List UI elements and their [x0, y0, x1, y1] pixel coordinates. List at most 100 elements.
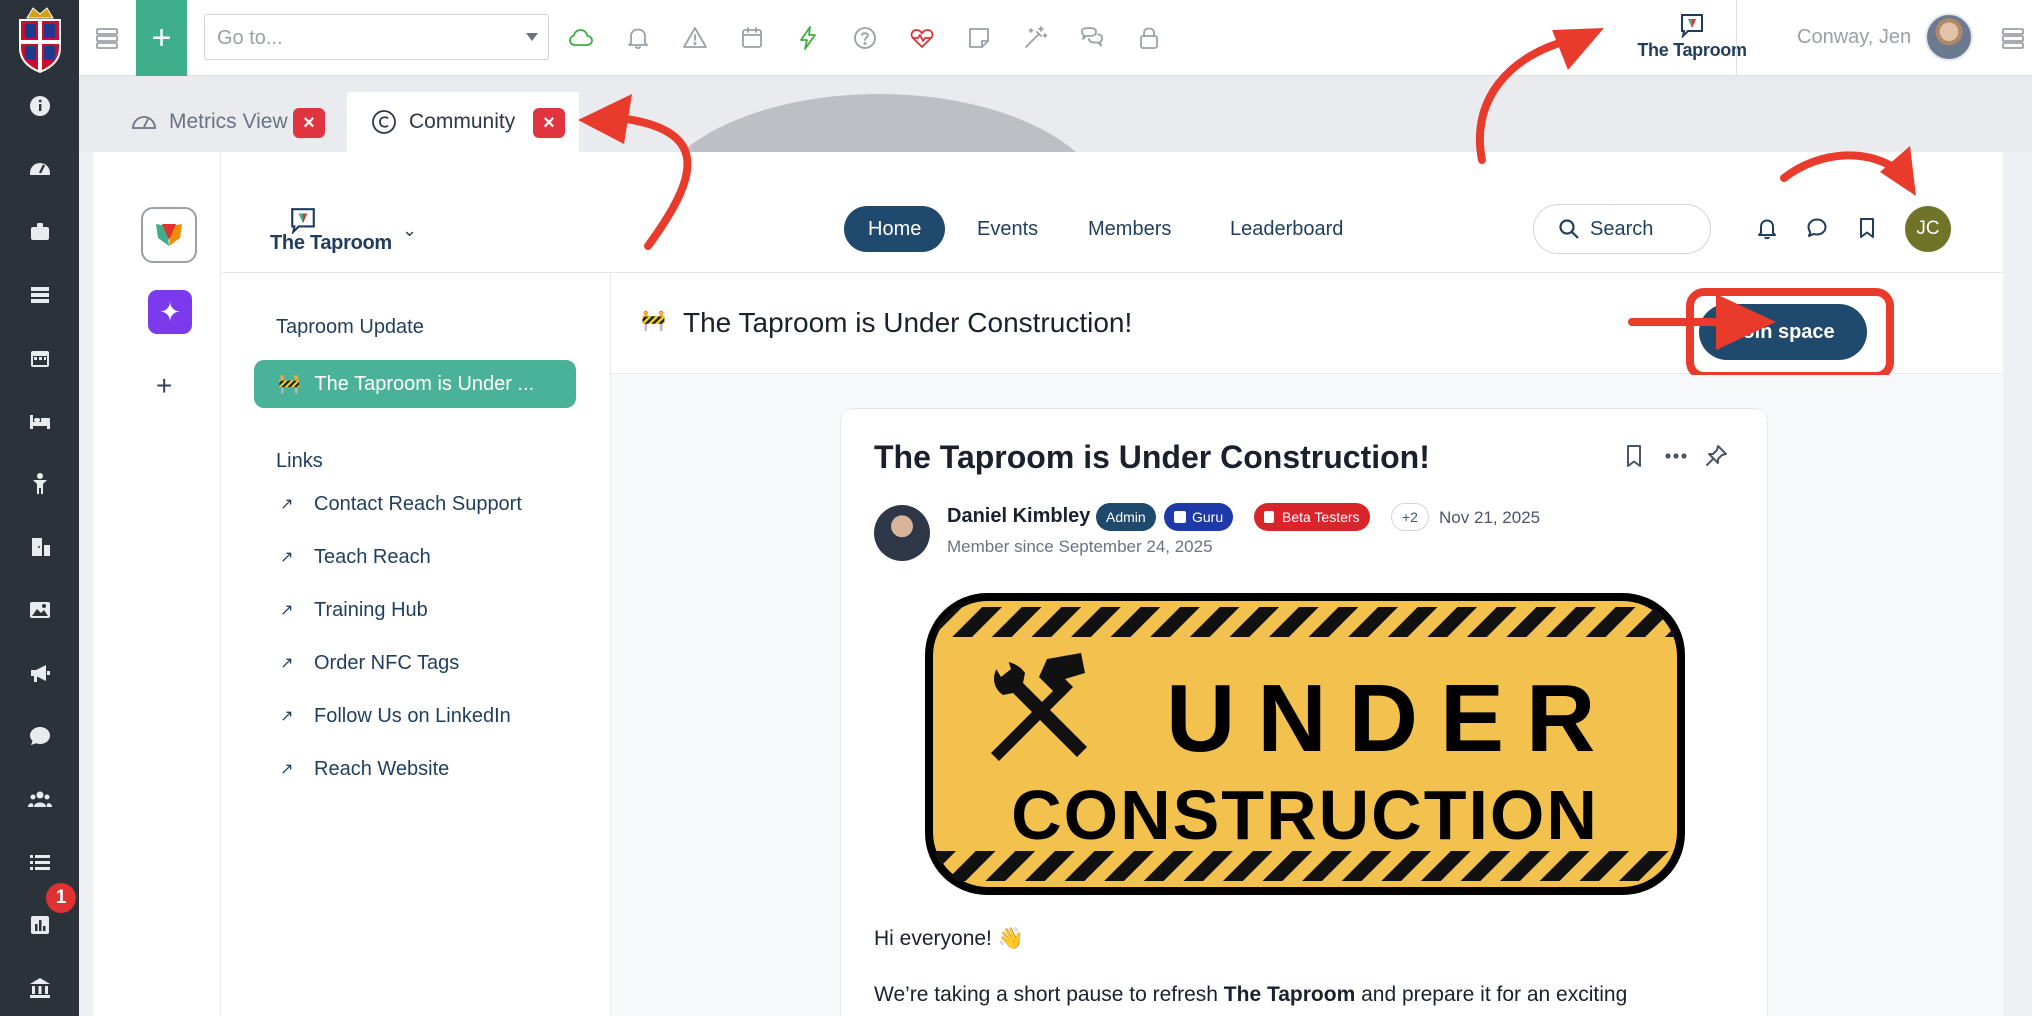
more-options-icon[interactable] [1663, 443, 1689, 469]
calendar-outline-icon[interactable] [738, 24, 766, 52]
tab-label: Community [409, 110, 516, 133]
door-exit-icon[interactable] [27, 534, 53, 560]
link-contact-reach-support[interactable]: ↗ Contact Reach Support [280, 489, 522, 519]
taproom-brand-top[interactable]: The Taproom [1627, 12, 1757, 64]
badge-beta-testers: Beta Testers [1254, 503, 1370, 531]
goto-search-dropdown[interactable]: Go to... [204, 14, 549, 60]
link-label: Reach Website [314, 757, 450, 780]
person-icon[interactable] [27, 471, 53, 497]
member-since: Member since September 24, 2025 [947, 537, 1213, 556]
warning-triangle-icon[interactable] [681, 24, 709, 52]
heart-pulse-icon[interactable] [908, 24, 936, 52]
bed-icon[interactable] [27, 408, 53, 434]
school-crest-icon[interactable] [15, 2, 65, 74]
close-tab-community-button[interactable]: × [533, 108, 565, 138]
author-name[interactable]: Daniel Kimbley [947, 505, 1090, 528]
menu-stack-icon-right[interactable] [1999, 24, 2027, 52]
link-label: Order NFC Tags [314, 651, 460, 674]
image-icon[interactable] [27, 597, 53, 623]
sticky-note-icon[interactable] [965, 24, 993, 52]
list-table-icon[interactable] [27, 282, 53, 308]
megaphone-icon[interactable] [27, 660, 53, 686]
author-avatar[interactable] [874, 505, 930, 561]
sign-line-1: UNDER [1166, 665, 1617, 772]
external-link-arrow-icon: ↗ [280, 496, 294, 513]
search-icon [1559, 219, 1579, 239]
tab-label: Metrics View [169, 110, 288, 133]
dashboard-gauge-icon[interactable] [27, 156, 53, 182]
toolbar-divider [1736, 0, 1737, 76]
community-search[interactable]: Search [1533, 204, 1711, 254]
bell-icon[interactable] [1755, 216, 1781, 242]
main-nav-rail: 1 [0, 0, 79, 1016]
nav-members[interactable]: Members [1064, 206, 1195, 252]
user-name[interactable]: Conway, Jen [1797, 26, 1911, 49]
lock-icon[interactable] [1135, 24, 1163, 52]
nav-events[interactable]: Events [953, 206, 1062, 252]
chat-bubble-icon[interactable] [27, 723, 53, 749]
close-tab-metrics-button[interactable]: × [293, 108, 325, 138]
space-sidebar: Taproom Update 🚧 The Taproom is Under ..… [222, 274, 611, 1016]
link-order-nfc-tags[interactable]: ↗ Order NFC Tags [280, 648, 459, 678]
add-button[interactable]: + [136, 0, 187, 76]
copyright-circle-icon [369, 107, 399, 137]
community-user-avatar[interactable]: JC [1905, 206, 1951, 252]
community-logo[interactable] [141, 207, 197, 263]
bookmark-icon[interactable] [1621, 443, 1647, 469]
info-icon[interactable] [27, 93, 53, 119]
external-link-arrow-icon: ↗ [280, 602, 294, 619]
magic-wand-icon[interactable] [1021, 24, 1049, 52]
pin-icon[interactable] [1703, 443, 1729, 469]
badge-more[interactable]: +2 [1391, 503, 1429, 531]
badge-admin: Admin [1096, 503, 1156, 531]
sidebar-item-label: The Taproom is Under ... [314, 372, 535, 395]
sparkle-ai-button[interactable]: ✦ [148, 290, 192, 334]
bank-building-icon[interactable] [27, 975, 53, 1001]
sidebar-item-under-construction[interactable]: 🚧 The Taproom is Under ... [254, 360, 576, 408]
bell-icon[interactable] [624, 24, 652, 52]
bar-chart-icon[interactable] [27, 912, 53, 938]
tab-metrics-view[interactable]: Metrics View × [107, 92, 325, 152]
lightning-bolt-icon[interactable] [794, 24, 822, 52]
bullet-list-icon[interactable] [27, 849, 53, 875]
chevron-down-icon[interactable]: ⌄ [402, 220, 417, 241]
construction-icon: 🚧 [641, 310, 666, 332]
link-teach-reach[interactable]: ↗ Teach Reach [280, 542, 431, 572]
community-brand-name[interactable]: The Taproom [270, 232, 392, 255]
menu-stack-icon[interactable] [93, 24, 121, 52]
badge-label: Guru [1192, 509, 1224, 525]
join-space-button[interactable]: Join space [1699, 304, 1867, 360]
external-link-arrow-icon: ↗ [280, 549, 294, 566]
link-training-hub[interactable]: ↗ Training Hub [280, 595, 428, 625]
link-label: Training Hub [314, 598, 428, 621]
post-body-prefix: We’re taking a short pause to refresh [874, 983, 1224, 1006]
link-follow-linkedin[interactable]: ↗ Follow Us on LinkedIn [280, 701, 511, 731]
user-avatar[interactable] [1925, 13, 1973, 61]
help-question-icon[interactable] [851, 24, 879, 52]
beta-icon [1264, 511, 1274, 523]
calendar-icon[interactable] [27, 345, 53, 371]
link-reach-website[interactable]: ↗ Reach Website [280, 754, 449, 784]
space-title: The Taproom is Under Construction! [683, 307, 1133, 338]
link-label: Follow Us on LinkedIn [314, 704, 511, 727]
community-content: ✦ + The Taproom ⌄ Home Events Members Le… [93, 152, 2003, 1016]
nav-leaderboard[interactable]: Leaderboard [1206, 206, 1367, 252]
post-feed: The Taproom is Under Construction! Danie… [611, 375, 2003, 1016]
taproom-logo-icon[interactable] [289, 206, 317, 234]
external-link-arrow-icon: ↗ [280, 655, 294, 672]
tab-strip: Metrics View × Community × [79, 76, 2032, 152]
conversation-icon[interactable] [1078, 24, 1106, 52]
users-group-icon[interactable] [27, 786, 53, 812]
bookmark-icon[interactable] [1855, 216, 1881, 242]
briefcase-icon[interactable] [27, 219, 53, 245]
community-spaces-rail: ✦ + [93, 152, 221, 1016]
message-bubble-icon[interactable] [1805, 216, 1831, 242]
brand-name: The Taproom [1637, 40, 1747, 60]
tab-community[interactable]: Community × [347, 92, 579, 152]
post-date: Nov 21, 2025 [1439, 508, 1541, 527]
cloud-icon[interactable] [567, 24, 595, 52]
add-space-button[interactable]: + [156, 370, 172, 402]
nav-home[interactable]: Home [844, 206, 946, 252]
post-body-bold: The Taproom [1223, 983, 1356, 1006]
post-title[interactable]: The Taproom is Under Construction! [874, 439, 1430, 476]
